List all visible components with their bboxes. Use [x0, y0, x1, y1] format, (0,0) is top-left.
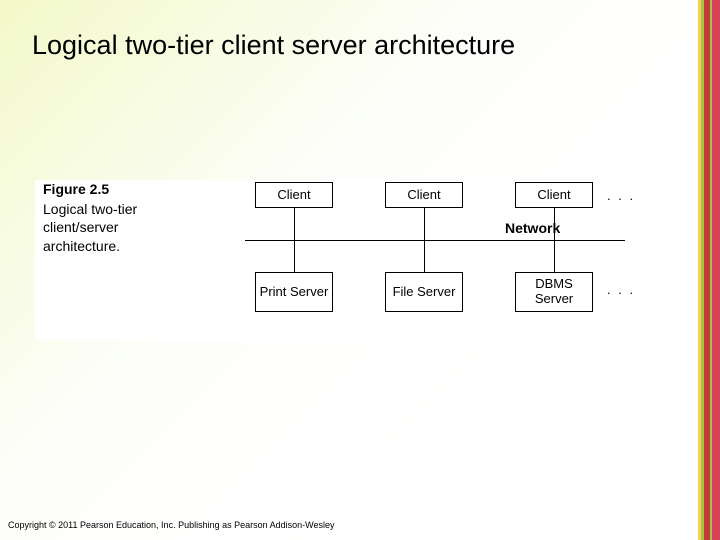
- figure-number: Figure 2.5: [43, 180, 183, 198]
- client-box: Client: [255, 182, 333, 208]
- server-box: Print Server: [255, 272, 333, 312]
- connector-line: [294, 208, 295, 240]
- client-box: Client: [515, 182, 593, 208]
- client-box: Client: [385, 182, 463, 208]
- architecture-diagram: Client Client Client . . . Network Print…: [215, 180, 665, 320]
- connector-line: [294, 240, 295, 272]
- decorative-stripe: [698, 0, 720, 540]
- figure-area: Figure 2.5 Logical two-tier client/serve…: [35, 180, 675, 340]
- ellipsis-icon: . . .: [607, 188, 635, 203]
- server-box: DBMS Server: [515, 272, 593, 312]
- connector-line: [424, 208, 425, 240]
- connector-line: [424, 240, 425, 272]
- figure-caption-text: Logical two-tier client/server architect…: [43, 201, 137, 253]
- network-label: Network: [505, 220, 560, 236]
- copyright-text: Copyright © 2011 Pearson Education, Inc.…: [8, 520, 335, 530]
- connector-line: [554, 208, 555, 240]
- network-bus-line: [245, 240, 625, 241]
- server-box: File Server: [385, 272, 463, 312]
- slide: Logical two-tier client server architect…: [0, 0, 720, 540]
- connector-line: [554, 240, 555, 272]
- slide-title: Logical two-tier client server architect…: [32, 30, 515, 61]
- ellipsis-icon: . . .: [607, 282, 635, 297]
- figure-caption: Figure 2.5 Logical two-tier client/serve…: [43, 180, 183, 255]
